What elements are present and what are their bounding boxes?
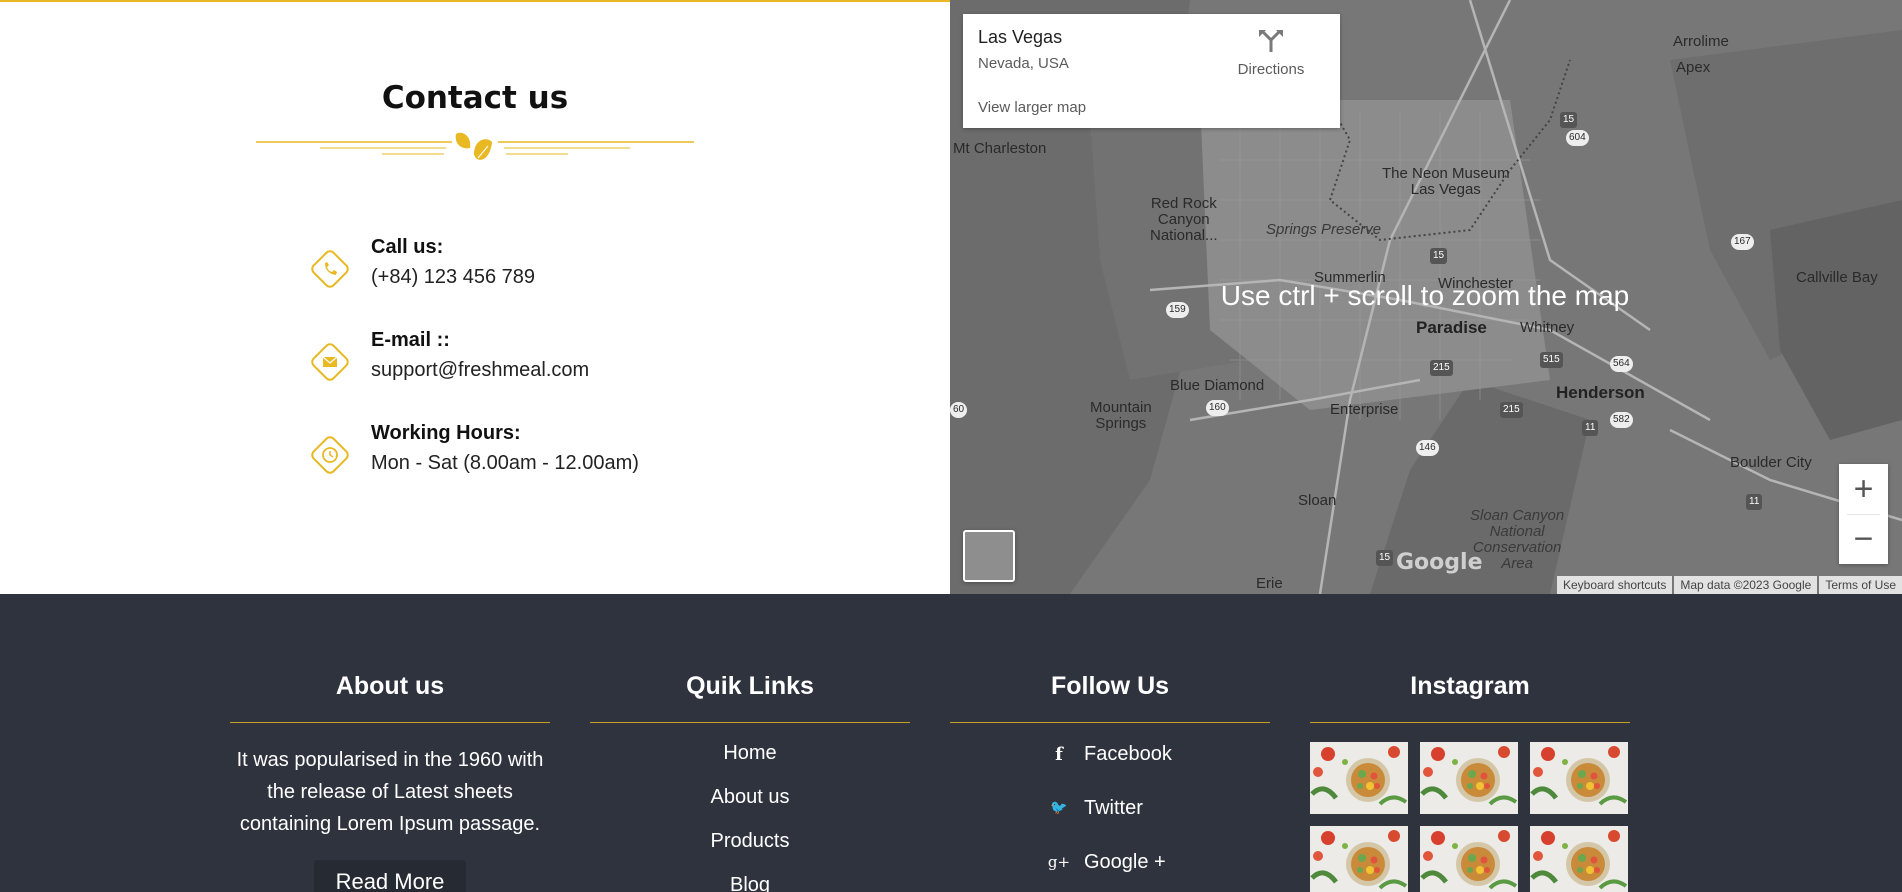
footer-about-text: It was popularised in the 1960 with the … [236,749,544,835]
footer-quick-links: Quik Links Home About us Products Blog [590,594,910,892]
route-shield-15c: 15 [1376,550,1394,566]
map-label-erie: Erie [1256,575,1283,592]
contact-phone-label: Call us: [371,236,444,258]
footer-links-heading: Quik Links [686,672,814,700]
map-label-blue-diamond: Blue Diamond [1170,377,1265,394]
phone-icon [311,250,349,288]
instagram-photo-5[interactable] [1420,826,1518,892]
social-link-facebook[interactable]: f Facebook [1044,739,1172,769]
footer-follow-heading: Follow Us [1050,672,1170,700]
embedded-map[interactable]: Mt Charleston Red Rock Canyon National..… [950,0,1902,594]
route-shield-515: 515 [1540,352,1563,368]
map-attribution: Keyboard shortcuts Map data ©2023 Google… [1555,576,1902,594]
instagram-photo-3[interactable] [1530,742,1628,814]
social-label-facebook: Facebook [1084,742,1172,765]
directions-button[interactable]: Directions [1216,28,1326,88]
twitter-icon: 🐦 [1050,800,1068,816]
zoom-in-button[interactable]: + [1839,464,1888,514]
map-label-arrolime: Arrolime [1673,33,1729,50]
facebook-icon: f [1055,743,1063,765]
google-logo: Google [1396,550,1483,575]
map-label-mt-charleston: Mt Charleston [953,140,1047,157]
instagram-photo-6[interactable] [1530,826,1628,892]
map-zoom-control: + − [1839,464,1888,564]
map-label-mountain-springs: Mountain Springs [1090,399,1152,432]
zoom-out-button[interactable]: − [1839,514,1888,564]
contact-email-value: support@freshmeal.com [371,359,590,381]
footer-link-home[interactable]: Home [590,742,910,765]
route-shield-604: 604 [1566,130,1589,146]
footer-link-about[interactable]: About us [590,786,910,809]
contact-hours-value: Mon - Sat (8.00am - 12.00am) [371,452,639,474]
contact-phone-value: (+84) 123 456 789 [371,266,536,288]
map-label-springs-preserve: Springs Preserve [1266,221,1382,238]
contact-hours-label: Working Hours: [371,422,521,444]
contact-hours: Working Hours: Mon - Sat (8.00am - 12.00… [307,422,807,482]
route-shield-564: 564 [1610,356,1633,372]
site-footer: About us It was popularised in the 1960 … [0,594,1902,892]
map-label-red-rock: Red Rock Canyon National... [1150,195,1218,244]
map-label-sloan: Sloan [1298,492,1337,509]
footer-follow-us: Follow Us f Facebook 🐦 Twitter g+ Google… [950,594,1270,892]
place-address: Nevada, USA [978,55,1069,72]
map-label-whitney: Whitney [1520,319,1575,336]
map-data-attribution: Map data ©2023 Google [1674,576,1818,594]
route-shield-11b: 11 [1746,494,1763,510]
map-label-boulder-city: Boulder City [1730,454,1812,471]
contact-phone: Call us: (+84) 123 456 789 [307,236,807,296]
footer-instagram-heading: Instagram [1410,672,1530,700]
contact-email: E-mail :: support@freshmeal.com [307,329,807,389]
map-label-sloan-canyon: Sloan Canyon National Conservation Area [1470,507,1565,572]
instagram-photo-2[interactable] [1420,742,1518,814]
keyboard-shortcuts-link[interactable]: Keyboard shortcuts [1556,576,1673,594]
envelope-icon [311,343,349,381]
read-more-button[interactable]: Read More [314,860,466,892]
social-label-google-plus: Google + [1084,850,1166,873]
footer-link-blog[interactable]: Blog [590,874,910,892]
route-shield-167: 167 [1731,234,1754,250]
footer-about-divider [230,722,550,723]
route-shield-11a: 11 [1582,420,1599,436]
place-name: Las Vegas [978,27,1063,47]
map-label-enterprise: Enterprise [1330,401,1399,418]
map-label-henderson: Henderson [1556,383,1645,402]
map-layer-toggle[interactable] [963,530,1015,582]
map-label-neon-museum: The Neon Museum Las Vegas [1382,165,1510,198]
instagram-photo-1[interactable] [1310,742,1408,814]
footer-instagram-divider [1310,722,1630,723]
terms-of-use-link[interactable]: Terms of Use [1819,576,1902,594]
route-shield-582: 582 [1610,412,1633,428]
route-shield-215b: 215 [1500,402,1523,418]
view-larger-map-link[interactable]: View larger map [978,99,1086,116]
contact-email-label: E-mail :: [371,329,450,351]
route-shield-15b: 15 [1430,248,1448,264]
map-label-apex: Apex [1676,59,1711,76]
social-link-twitter[interactable]: 🐦 Twitter [1044,793,1143,823]
route-shield-15a: 15 [1560,112,1578,128]
route-shield-160: 160 [1206,400,1229,416]
directions-icon [1259,30,1283,52]
contact-title: Contact us [381,80,569,116]
clock-icon [311,436,349,474]
social-label-twitter: Twitter [1084,796,1143,819]
map-label-paradise: Paradise [1416,318,1487,337]
route-shield-215a: 215 [1430,360,1453,376]
footer-about: About us It was popularised in the 1960 … [230,594,550,892]
leaf-divider-icon [256,132,694,160]
footer-links-divider [590,722,910,723]
directions-label: Directions [1237,61,1305,78]
footer-link-products[interactable]: Products [590,830,910,853]
route-shield-60: 60 [950,402,968,418]
social-link-google-plus[interactable]: g+ Google + [1044,847,1166,877]
route-shield-146: 146 [1416,440,1439,456]
map-place-card: Las Vegas Nevada, USA View larger map Di… [963,14,1340,128]
contact-section: Contact us Call us: (+84) 123 456 789 E-… [0,2,950,594]
map-zoom-hint: Use ctrl + scroll to zoom the map [1220,280,1630,311]
footer-about-heading: About us [335,672,445,700]
instagram-photo-4[interactable] [1310,826,1408,892]
footer-follow-divider [950,722,1270,723]
google-plus-icon: g+ [1047,853,1071,871]
